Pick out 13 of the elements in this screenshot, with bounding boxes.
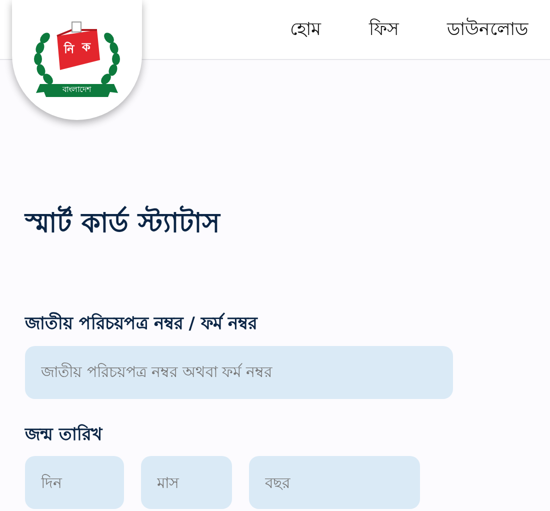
field-label: জাতীয় পরিচয়পত্র নম্বর / ফর্ম নম্বর (25, 312, 259, 336)
field-label: জন্ম তারিখ (25, 423, 104, 447)
page-title: স্মার্ট কার্ড স্ট্যাটাস (25, 208, 550, 240)
day-field[interactable]: দিন (25, 456, 124, 510)
year-field[interactable]: বছর (249, 456, 420, 510)
nav-link[interactable]: ডাউনলোড (447, 16, 528, 43)
nav-link[interactable]: হোম (290, 16, 321, 43)
ballot-box-letter: ক (82, 39, 90, 56)
nav-link[interactable]: ফিস (369, 16, 399, 43)
id-number-field[interactable]: জাতীয় পরিচয়পত্র নম্বর অথবা ফর্ম নম্বর (25, 346, 453, 399)
month-field[interactable]: মাস (141, 456, 232, 510)
ballot-box-letter: নি (64, 40, 74, 58)
logo-ribbon-text: বাংলাদেশ (62, 84, 92, 96)
